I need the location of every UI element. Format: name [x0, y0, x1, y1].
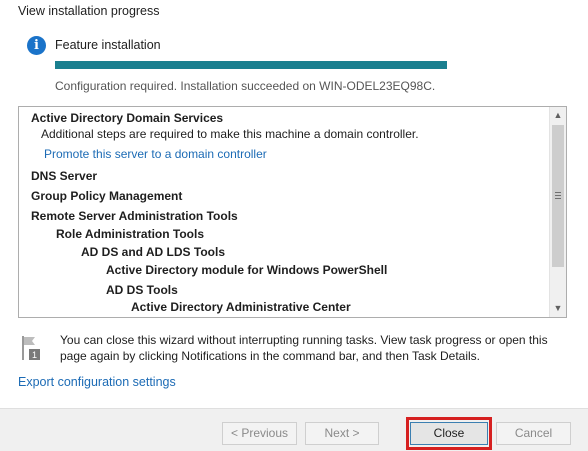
notification-flag-icon: 1: [21, 335, 43, 361]
scrollbar-grip-icon: [555, 192, 561, 199]
result-adds-lds-tools: AD DS and AD LDS Tools: [81, 245, 225, 259]
next-button[interactable]: Next >: [305, 422, 379, 445]
feature-installation-label: Feature installation: [55, 38, 161, 52]
scroll-down-arrow-icon[interactable]: ▼: [550, 300, 566, 317]
close-button[interactable]: Close: [410, 422, 488, 445]
results-list[interactable]: Active Directory Domain Services Additio…: [18, 106, 567, 318]
scrollbar-thumb[interactable]: [552, 125, 564, 267]
footer-bar: < Previous Next > Close Cancel: [0, 408, 588, 451]
result-ad-ps-module: Active Directory module for Windows Powe…: [106, 263, 388, 277]
result-rsat: Remote Server Administration Tools: [31, 209, 238, 223]
status-text: Configuration required. Installation suc…: [55, 79, 436, 93]
export-configuration-link[interactable]: Export configuration settings: [18, 375, 176, 389]
result-adds-tools: AD DS Tools: [106, 283, 178, 297]
vertical-scrollbar[interactable]: ▲ ▼: [549, 107, 566, 317]
promote-dc-link[interactable]: Promote this server to a domain controll…: [44, 147, 267, 161]
header-title: View installation progress: [18, 4, 160, 18]
close-wizard-note: You can close this wizard without interr…: [60, 333, 548, 363]
flag-badge-count: 1: [32, 350, 37, 360]
progress-bar: [55, 61, 447, 69]
result-gpm: Group Policy Management: [31, 189, 183, 203]
info-icon: i: [27, 36, 46, 55]
cancel-button[interactable]: Cancel: [496, 422, 571, 445]
scroll-up-arrow-icon[interactable]: ▲: [550, 107, 566, 124]
result-ad-ds-note: Additional steps are required to make th…: [41, 127, 419, 141]
result-ad-ds: Active Directory Domain Services: [31, 111, 224, 125]
previous-button[interactable]: < Previous: [222, 422, 297, 445]
result-role-tools: Role Administration Tools: [56, 227, 205, 241]
result-adac: Active Directory Administrative Center: [131, 300, 351, 314]
progress-bar-fill: [55, 61, 447, 69]
result-dns: DNS Server: [31, 169, 98, 183]
